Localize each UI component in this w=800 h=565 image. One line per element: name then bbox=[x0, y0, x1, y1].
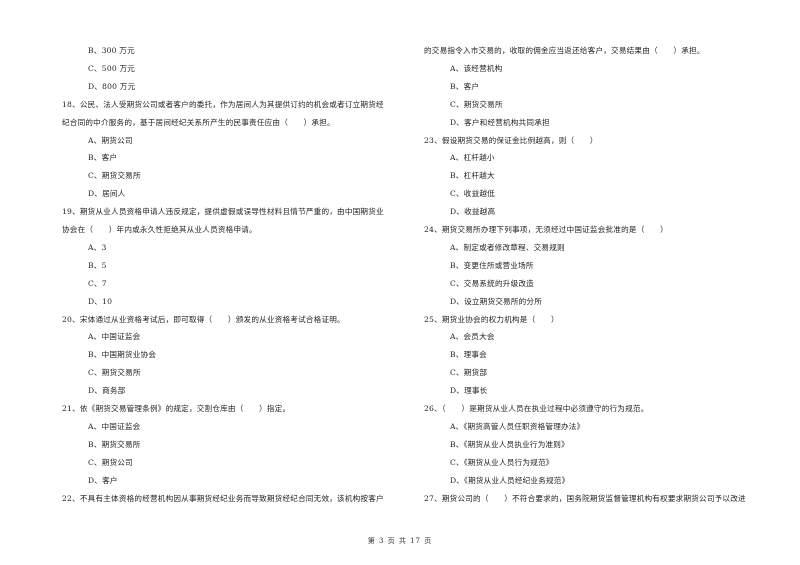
answer-option: D、设立期货交易所的分所 bbox=[450, 296, 543, 306]
answer-option: A、中国证监会 bbox=[88, 332, 141, 342]
answer-option: C、500 万元 bbox=[88, 63, 136, 73]
question-text: 24、期货交易所办理下列事项，无须经过中国证监会批准的是（ ） bbox=[424, 225, 668, 234]
answer-option: B、客户 bbox=[88, 153, 118, 163]
question-text-continued: 纪合同的中介服务的，基于居间经纪关系所产生的民事责任应由（ ）承担。 bbox=[62, 117, 335, 127]
answer-option: A、该经营机构 bbox=[450, 63, 503, 73]
answer-option: B、中国期货业协会 bbox=[88, 350, 157, 360]
answer-option: C、期货交易所 bbox=[450, 99, 503, 109]
answer-option: B、《期货从业人员执业行为准则》 bbox=[450, 439, 569, 449]
question-text: 19、期货从业人员资格申请人违反规定，提供虚假或误导性材料且情节严重的，由中国期… bbox=[62, 207, 384, 217]
answer-option: A、3 bbox=[88, 242, 107, 252]
answer-option: C、交易系统的升级改造 bbox=[450, 278, 534, 288]
answer-option: C、期货公司 bbox=[88, 457, 133, 467]
answer-option: D、商务部 bbox=[88, 386, 126, 396]
answer-option: A、制定或者修改章程、交易规则 bbox=[450, 242, 565, 252]
answer-option: C、期货交易所 bbox=[88, 368, 141, 378]
question-text: 20、宋体通过从业资格考试后，即可取得（ ）颁发的从业资格考试合格证明。 bbox=[62, 314, 345, 324]
answer-option: A、期货公司 bbox=[88, 135, 133, 145]
answer-option: D、客户 bbox=[88, 475, 118, 485]
answer-option: C、期货交易所 bbox=[88, 171, 141, 181]
answer-option: B、杠杆越大 bbox=[450, 171, 495, 181]
answer-option: C、收益越低 bbox=[450, 189, 495, 199]
question-text: 22、不具有主体资格的经营机构因从事期货经纪业务而导致期货经纪合同无效，该机构按… bbox=[62, 493, 384, 503]
answer-option: C、期货部 bbox=[450, 368, 488, 378]
answer-option: B、5 bbox=[88, 260, 107, 270]
answer-option: A、《期货高管人员任职资格管理办法》 bbox=[450, 421, 585, 431]
answer-option: C、《期货从业人员行为规范》 bbox=[450, 457, 554, 467]
answer-option: B、客户 bbox=[450, 81, 480, 91]
page-footer: 第 3 页 共 17 页 bbox=[367, 537, 433, 545]
question-text: 26、（ ）是期货从业人员在执业过程中必须遵守的行为规范。 bbox=[424, 404, 649, 413]
question-text: 25、期货业协会的权力机构是（ ） bbox=[424, 314, 559, 324]
question-text: 18、公民、法人受期货公司或者客户的委托，作为居间人为其提供订约的机会或者订立期… bbox=[62, 99, 384, 109]
answer-option: C、7 bbox=[88, 278, 107, 288]
answer-option: D、居间人 bbox=[88, 189, 126, 199]
answer-option: D、客户和经营机构共同承担 bbox=[450, 117, 550, 127]
answer-option: A、会员大会 bbox=[450, 332, 495, 342]
answer-option: B、变更住所或营业场所 bbox=[450, 260, 534, 270]
answer-option: D、理事长 bbox=[450, 386, 488, 396]
answer-option: D、《期货从业人员经纪业务规范》 bbox=[450, 475, 570, 485]
question-text: 27、期货公司的（ ）不符合要求的，国务院期货监督管理机构有权要求期货公司予以改… bbox=[424, 493, 746, 503]
answer-option: D、10 bbox=[88, 296, 113, 306]
answer-option: A、中国证监会 bbox=[88, 421, 141, 431]
question-text-continued: 的交易指令入市交易的，收取的佣金应当返还给客户，交易结果由（ ）承担。 bbox=[424, 46, 705, 55]
answer-option: B、理事会 bbox=[450, 350, 487, 360]
answer-option: D、800 万元 bbox=[88, 81, 136, 91]
question-text: 21、依《期货交易管理条例》的规定，交割仓库由（ ）指定。 bbox=[62, 404, 291, 413]
question-text-continued: 协会在（ ）年内或永久性拒绝其从业人员资格申请。 bbox=[62, 225, 257, 234]
question-text: 23、假设期货交易的保证金比例越高，则（ ） bbox=[424, 135, 598, 145]
answer-option: D、收益越高 bbox=[450, 207, 496, 217]
answer-option: B、300 万元 bbox=[88, 46, 135, 55]
answer-option: B、期货交易所 bbox=[88, 439, 141, 449]
answer-option: A、杠杆越小 bbox=[450, 153, 495, 163]
